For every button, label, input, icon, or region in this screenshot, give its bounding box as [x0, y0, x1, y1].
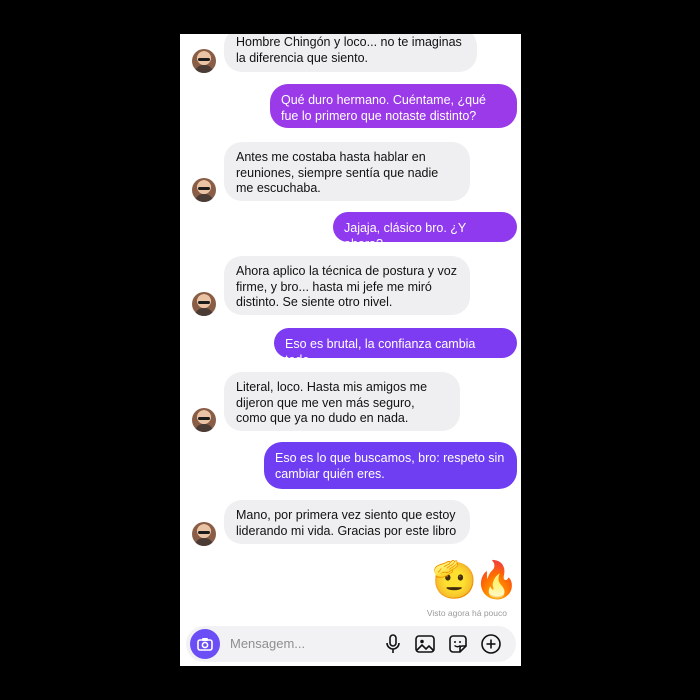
message-text: Ahora aplico la técnica de postura y voz… — [236, 264, 457, 309]
contact-avatar — [192, 292, 216, 316]
seen-status: Visto agora há pouco — [426, 608, 507, 618]
microphone-icon[interactable] — [382, 633, 404, 655]
message-composer: Mensagem... — [186, 626, 516, 662]
contact-avatar — [192, 522, 216, 546]
message-text: Qué duro hermano. Cuéntame, ¿qué fue lo … — [281, 93, 486, 123]
plus-icon[interactable] — [480, 633, 502, 655]
message-text: Literal, loco. Hasta mis amigos me dijer… — [236, 380, 428, 425]
message-text: Eso es brutal, la confianza cambia todo. — [285, 337, 476, 367]
camera-button[interactable] — [190, 629, 220, 659]
message-text: Mano, por primera vez siento que estoy l… — [236, 508, 457, 538]
contact-avatar — [192, 49, 216, 73]
camera-icon — [197, 638, 213, 651]
incoming-message: Ahora aplico la técnica de postura y voz… — [224, 256, 470, 315]
incoming-message: Hombre Chingón y loco... no te imaginas … — [224, 34, 477, 72]
message-text: Jajaja, clásico bro. ¿Y ahora? — [344, 221, 467, 251]
fire-emoji: 🔥 — [474, 559, 519, 600]
sticker-icon[interactable] — [447, 633, 469, 655]
outgoing-message: Jajaja, clásico bro. ¿Y ahora? — [333, 212, 517, 251]
incoming-message: Literal, loco. Hasta mis amigos me dijer… — [224, 372, 460, 431]
contact-avatar — [192, 408, 216, 432]
contact-avatar — [192, 178, 216, 202]
message-input[interactable]: Mensagem... — [230, 636, 305, 651]
gallery-icon[interactable] — [414, 633, 436, 655]
incoming-message: Antes me costaba hasta hablar en reunion… — [224, 142, 470, 201]
outgoing-message: Eso es lo que buscamos, bro: respeto sin… — [264, 442, 517, 489]
message-text: Eso es lo que buscamos, bro: respeto sin… — [275, 451, 505, 481]
message-text: Antes me costaba hasta hablar en reunion… — [236, 150, 439, 195]
salute-emoji: 🫡 — [432, 559, 477, 600]
outgoing-message: Qué duro hermano. Cuéntame, ¿qué fue lo … — [270, 84, 517, 128]
chat-screen: Hombre Chingón y loco... no te imaginas … — [180, 34, 521, 666]
incoming-message: Mano, por primera vez siento que estoy l… — [224, 500, 470, 544]
message-text: Hombre Chingón y loco... no te imaginas … — [236, 35, 462, 65]
outgoing-message: Eso es brutal, la confianza cambia todo. — [274, 328, 517, 367]
